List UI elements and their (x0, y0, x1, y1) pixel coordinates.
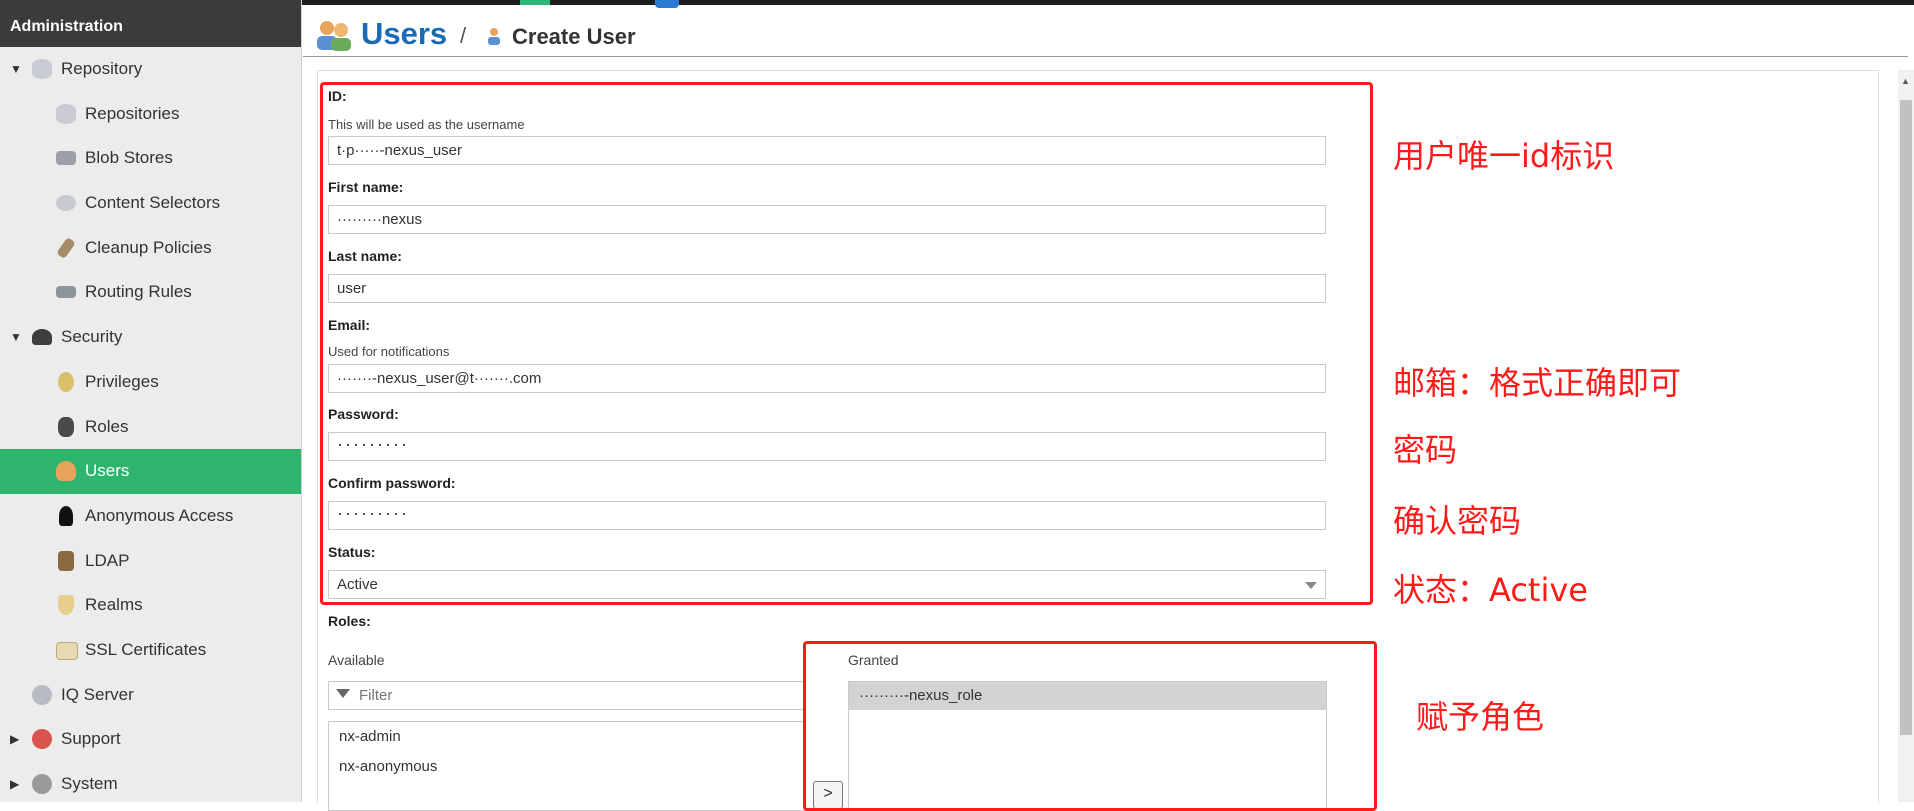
sidebar-item-ssl-certificates[interactable]: SSL Certificates (0, 628, 301, 673)
database-icon (56, 103, 76, 124)
collapsed-arrow-icon[interactable]: ▶ (10, 717, 19, 762)
sidebar-item-label: System (61, 774, 118, 793)
sidebar-item-label: Blob Stores (85, 148, 173, 168)
sidebar-item-label: SSL Certificates (85, 639, 207, 659)
sidebar-item-cleanup-policies[interactable]: Cleanup Policies (0, 226, 301, 271)
sidebar-item-anonymous-access[interactable]: Anonymous Access (0, 494, 301, 539)
sidebar-item-label: Repositories (85, 103, 180, 123)
admin-sidebar: Administration ▼ Repository Repositories… (0, 0, 302, 802)
sidebar-item-label: Content Selectors (85, 193, 221, 213)
expanded-arrow-icon[interactable]: ▼ (10, 315, 22, 360)
sidebar-item-system[interactable]: ▶ System (0, 762, 301, 807)
sidebar-item-label: IQ Server (61, 684, 134, 704)
sidebar-item-label: Cleanup Policies (85, 237, 212, 257)
book-icon (58, 550, 74, 571)
sidebar-header: Administration (0, 0, 301, 47)
sidebar-item-label: Users (85, 461, 130, 481)
sidebar-item-content-selectors[interactable]: Content Selectors (0, 181, 301, 226)
sidebar-item-iq-server[interactable]: IQ Server (0, 673, 301, 718)
list-item[interactable]: nx-admin (329, 722, 805, 752)
shield-icon (58, 595, 74, 616)
gear-icon (32, 774, 52, 794)
list-item[interactable]: nx-anonymous (329, 752, 805, 782)
sidebar-item-label: Anonymous Access (85, 505, 234, 525)
medal-icon (58, 371, 74, 392)
annotation-roles-note: 赋予角色 (1416, 698, 1545, 736)
annotation-password-note: 密码 (1393, 431, 1458, 469)
database-icon (32, 59, 52, 79)
annotation-id-note: 用户唯一id标识 (1393, 137, 1615, 175)
annotation-confirm-note: 确认密码 (1393, 502, 1522, 540)
collapsed-arrow-icon[interactable]: ▶ (10, 762, 19, 807)
scroll-up-icon[interactable]: ▲ (1901, 76, 1910, 86)
iq-server-icon (32, 684, 52, 705)
sidebar-item-label: Privileges (85, 371, 159, 391)
selector-icon (56, 195, 76, 212)
annotation-box-user-fields (320, 82, 1373, 605)
expanded-arrow-icon[interactable]: ▼ (10, 47, 22, 92)
annotation-box-roles (803, 641, 1377, 811)
sidebar-item-users[interactable]: Users (0, 449, 301, 494)
person-icon (59, 505, 73, 526)
user-icon (488, 28, 500, 45)
sidebar-item-routing-rules[interactable]: Routing Rules (0, 270, 301, 315)
top-bar-icon[interactable] (655, 0, 679, 8)
top-bar-active-tab[interactable] (520, 0, 550, 5)
router-icon (56, 286, 76, 299)
roles-filter-input[interactable] (357, 686, 761, 705)
sidebar-item-blob-stores[interactable]: Blob Stores (0, 136, 301, 181)
sidebar-item-security[interactable]: ▼ Security (0, 315, 301, 360)
police-hat-icon (32, 329, 52, 346)
sidebar-item-label: Security (61, 327, 123, 347)
roles-filter[interactable] (328, 681, 806, 710)
sidebar-item-label: Roles (85, 416, 129, 436)
sidebar-item-support[interactable]: ▶ Support (0, 717, 301, 762)
page-scrollbar[interactable]: ▲ (1898, 70, 1914, 802)
annotation-status-note: 状态：Active (1393, 571, 1588, 609)
sidebar-nav: ▼ Repository Repositories Blob Stores Co… (0, 47, 301, 807)
officer-icon (58, 416, 74, 437)
sidebar-item-repositories[interactable]: Repositories (0, 92, 301, 137)
sidebar-item-privileges[interactable]: Privileges (0, 360, 301, 405)
scroll-thumb[interactable] (1900, 100, 1912, 735)
sidebar-item-roles[interactable]: Roles (0, 405, 301, 450)
sidebar-item-label: Realms (85, 595, 143, 615)
available-roles-list[interactable]: nx-admin nx-anonymous (328, 721, 806, 811)
sidebar-item-label: Routing Rules (85, 282, 192, 302)
roles-label: Roles: (328, 613, 371, 629)
sidebar-item-realms[interactable]: Realms (0, 583, 301, 628)
broom-icon (56, 236, 76, 259)
sidebar-item-repository[interactable]: ▼ Repository (0, 47, 301, 92)
sidebar-item-label: LDAP (85, 550, 130, 570)
annotation-email-note: 邮箱：格式正确即可 (1393, 364, 1682, 402)
certificate-icon (56, 641, 78, 660)
server-icon (56, 151, 76, 166)
sidebar-item-ldap[interactable]: LDAP (0, 539, 301, 584)
breadcrumb-separator: / (460, 23, 467, 48)
available-roles-label: Available (328, 652, 385, 668)
sidebar-item-label: Repository (61, 59, 143, 78)
users-icon (56, 461, 76, 482)
page-header: Users / Create User (303, 8, 1908, 57)
filter-icon (336, 689, 350, 698)
lifebuoy-icon (32, 729, 52, 750)
breadcrumb-users-link[interactable]: Users (361, 16, 447, 52)
sidebar-item-label: Support (61, 729, 121, 749)
users-icon (317, 21, 351, 51)
breadcrumb-current: Create User (512, 24, 636, 49)
